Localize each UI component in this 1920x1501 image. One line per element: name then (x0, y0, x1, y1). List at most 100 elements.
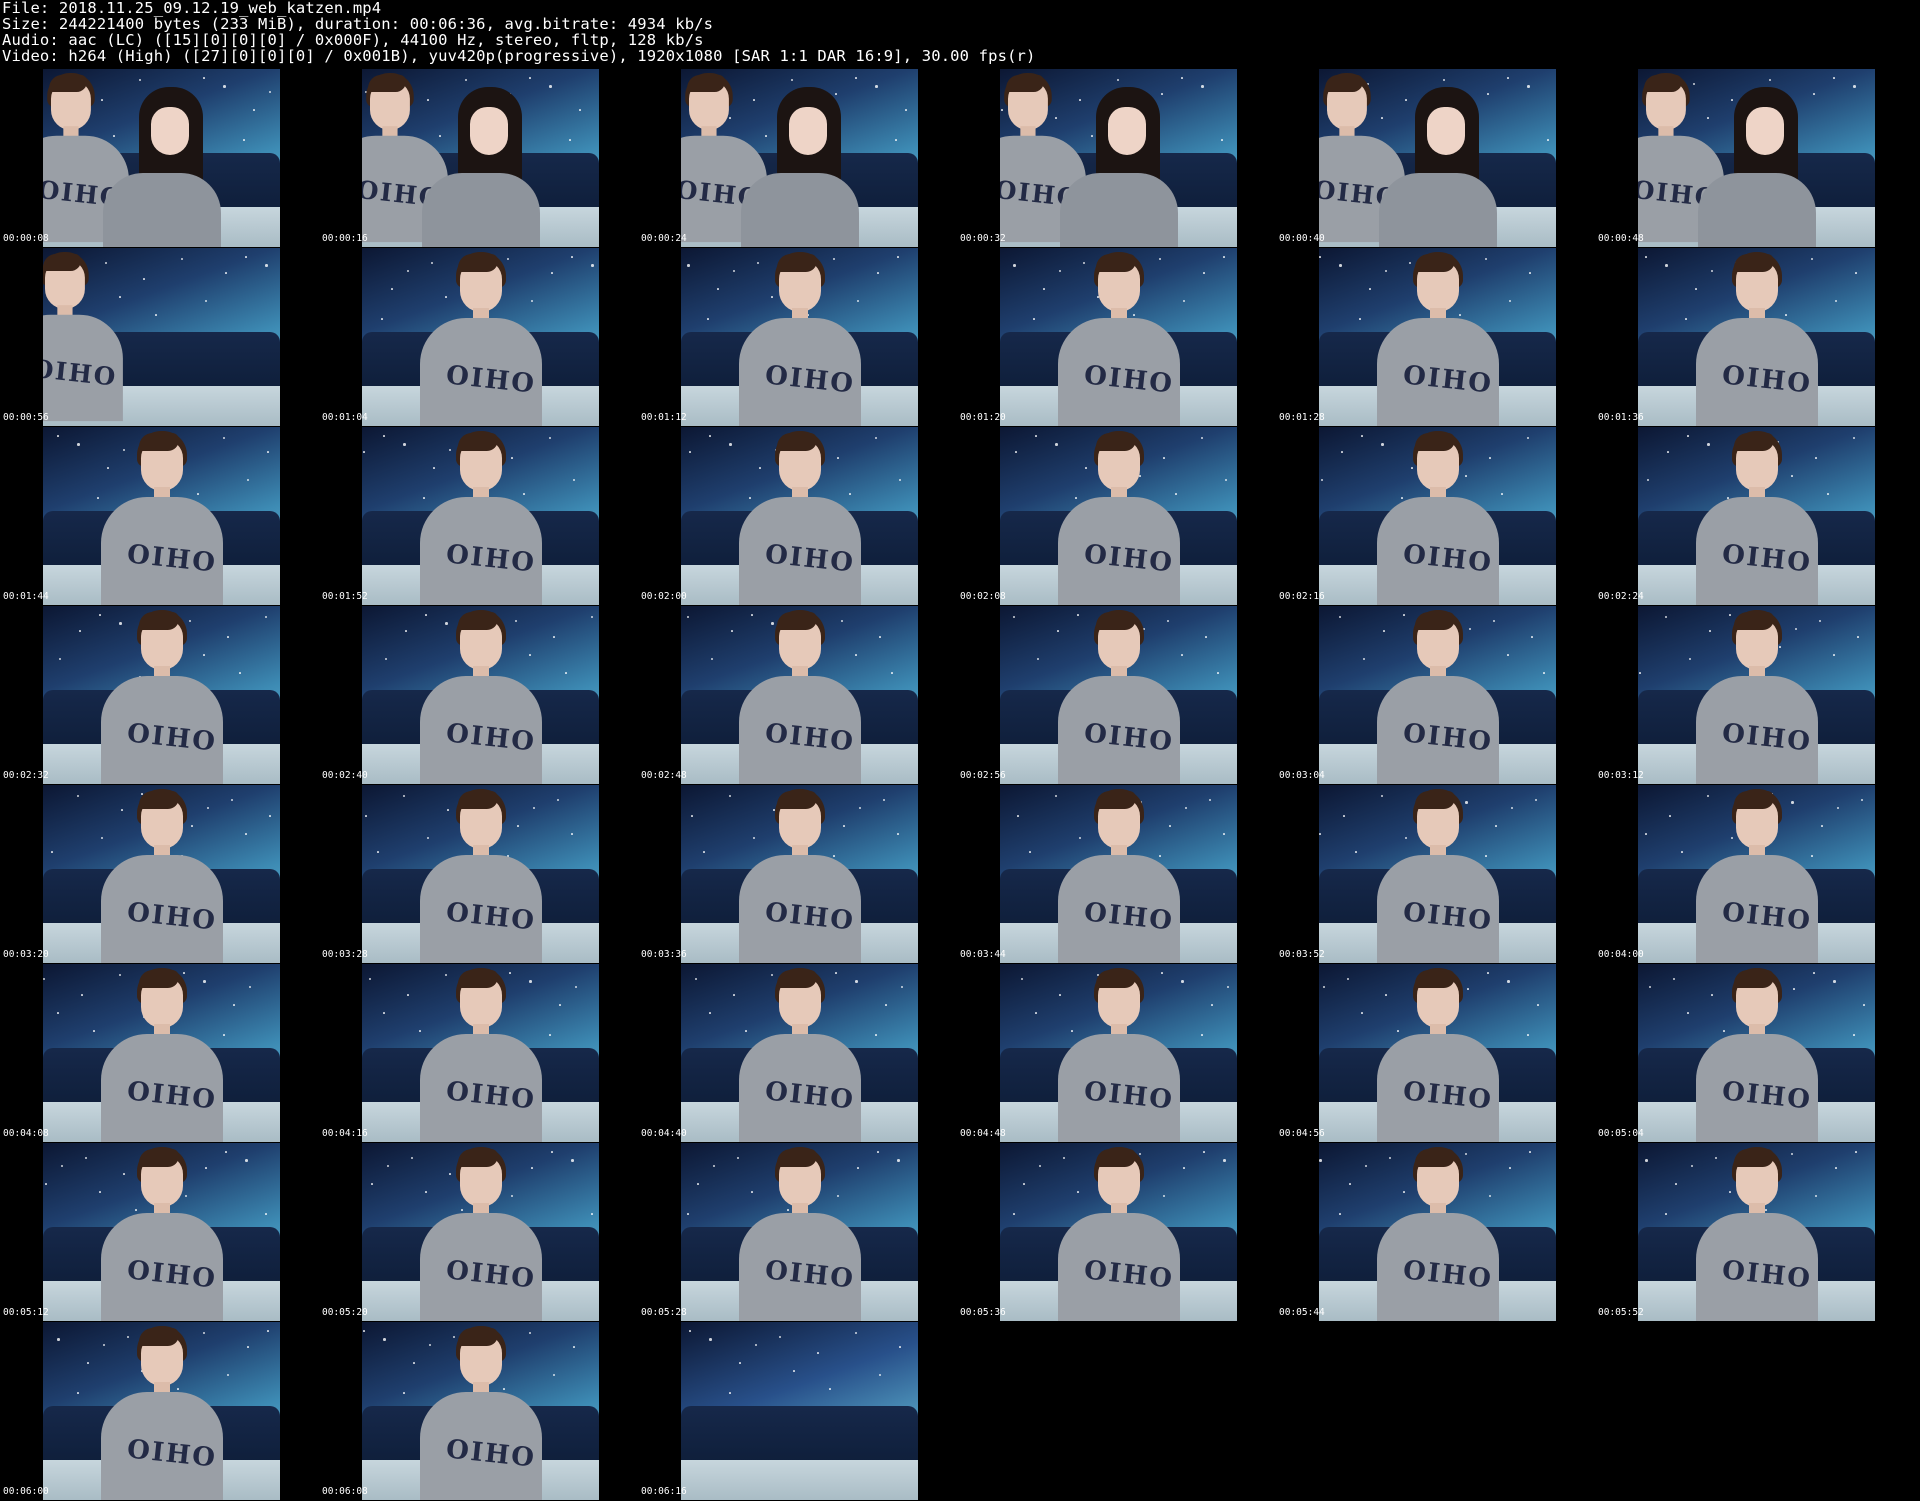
thumbnail-cell: OIHO 00:03:44 (957, 785, 1276, 964)
timestamp-label: 00:03:12 (1598, 770, 1644, 781)
timestamp-label: 00:02:48 (641, 770, 687, 781)
timestamp-label: 00:01:12 (641, 412, 687, 423)
timestamp-label: 00:03:20 (3, 949, 49, 960)
video-frame-thumbnail: OIHO (1638, 248, 1875, 426)
video-frame-thumbnail: OIHO (1319, 69, 1556, 247)
thumbnail-cell: OIHO 00:04:56 (1276, 964, 1595, 1143)
video-frame-thumbnail: OIHO (43, 1143, 280, 1321)
video-frame-thumbnail: OIHO (681, 69, 918, 247)
person-figure: OIHO (101, 789, 223, 963)
thumbnail-cell: OIHO 00:00:56 (0, 248, 319, 427)
timestamp-label: 00:02:00 (641, 591, 687, 602)
person-figure: OIHO (420, 431, 542, 605)
person-figure: OIHO (420, 968, 542, 1142)
thumbnail-cell: OIHO 00:01:20 (957, 248, 1276, 427)
person-figure: OIHO (420, 1147, 542, 1321)
person-figure: OIHO (739, 252, 861, 426)
video-frame-thumbnail: OIHO (362, 1322, 599, 1500)
video-frame-thumbnail: OIHO (43, 248, 280, 426)
thumbnail-cell: OIHO 00:05:44 (1276, 1143, 1595, 1322)
timestamp-label: 00:00:48 (1598, 233, 1644, 244)
video-frame-thumbnail: OIHO (681, 1143, 918, 1321)
timestamp-label: 00:00:16 (322, 233, 368, 244)
video-frame-thumbnail: OIHO (43, 427, 280, 605)
person-figure: OIHO (420, 789, 542, 963)
person-figure: OIHO (420, 1326, 542, 1500)
video-frame-thumbnail: OIHO (362, 785, 599, 963)
person-figure: OIHO (1377, 431, 1499, 605)
person-figure: OIHO (1696, 610, 1818, 784)
file-name-line: File: 2018.11.25_09.12.19_web_katzen.mp4 (2, 0, 382, 17)
timestamp-label: 00:02:56 (960, 770, 1006, 781)
video-frame-thumbnail: OIHO (362, 606, 599, 784)
thumbnail-cell: OIHO 00:05:04 (1595, 964, 1914, 1143)
video-info-line: Video: h264 (High) ([27][0][0][0] / 0x00… (2, 47, 1036, 65)
video-frame-thumbnail: OIHO (1638, 427, 1875, 605)
timestamp-label: 00:02:32 (3, 770, 49, 781)
thumbnail-cell: 00:06:16 (638, 1322, 957, 1501)
timestamp-label: 00:02:40 (322, 770, 368, 781)
person-figure: OIHO (1377, 1147, 1499, 1321)
thumbnail-cell: OIHO 00:04:08 (0, 964, 319, 1143)
person-figure: OIHO (739, 431, 861, 605)
thumbnail-cell: OIHO 00:01:04 (319, 248, 638, 427)
timestamp-label: 00:06:16 (641, 1486, 687, 1497)
video-info-header: File: 2018.11.25_09.12.19_web_katzen.mp4… (2, 0, 1902, 64)
person-figure: OIHO (1058, 610, 1180, 784)
timestamp-label: 00:02:08 (960, 591, 1006, 602)
thumbnail-cell: OIHO 00:00:24 (638, 69, 957, 248)
thumbnail-cell: OIHO 00:02:00 (638, 427, 957, 606)
video-frame-thumbnail: OIHO (43, 1322, 280, 1500)
video-frame-thumbnail: OIHO (681, 964, 918, 1142)
thumbnail-grid: OIHO 00:00:08 OIHO 00:00:16 OIHO 00:00:24 OIHO… (0, 69, 1920, 1501)
thumbnail-cell: OIHO 00:01:28 (1276, 248, 1595, 427)
video-frame-thumbnail: OIHO (1000, 427, 1237, 605)
timestamp-label: 00:04:16 (322, 1128, 368, 1139)
timestamp-label: 00:04:48 (960, 1128, 1006, 1139)
video-frame-thumbnail: OIHO (681, 606, 918, 784)
audio-info-line: Audio: aac (LC) ([15][0][0][0] / 0x000F)… (2, 31, 704, 49)
timestamp-label: 00:03:28 (322, 949, 368, 960)
thumbnail-cell: OIHO 00:04:40 (638, 964, 957, 1143)
timestamp-label: 00:04:00 (1598, 949, 1644, 960)
thumbnail-cell: OIHO 00:03:12 (1595, 606, 1914, 785)
thumbnail-cell: OIHO 00:01:12 (638, 248, 957, 427)
timestamp-label: 00:06:00 (3, 1486, 49, 1497)
thumbnail-cell: OIHO 00:04:16 (319, 964, 638, 1143)
thumbnail-cell: OIHO 00:03:04 (1276, 606, 1595, 785)
video-frame-thumbnail: OIHO (43, 69, 280, 247)
thumbnail-cell: OIHO 00:01:44 (0, 427, 319, 606)
video-frame-thumbnail: OIHO (1000, 785, 1237, 963)
person-figure: OIHO (1377, 252, 1499, 426)
video-frame-thumbnail: OIHO (1319, 606, 1556, 784)
video-frame-thumbnail: OIHO (681, 248, 918, 426)
timestamp-label: 00:06:08 (322, 1486, 368, 1497)
timestamp-label: 00:02:16 (1279, 591, 1325, 602)
thumbnail-cell: OIHO 00:06:08 (319, 1322, 638, 1501)
timestamp-label: 00:00:40 (1279, 233, 1325, 244)
thumbnail-cell: OIHO 00:02:16 (1276, 427, 1595, 606)
person-figure: OIHO (101, 610, 223, 784)
timestamp-label: 00:05:44 (1279, 1307, 1325, 1318)
person-figure: OIHO (420, 252, 542, 426)
video-frame-thumbnail: OIHO (1000, 1143, 1237, 1321)
timestamp-label: 00:05:20 (322, 1307, 368, 1318)
thumbnail-cell: OIHO 00:02:24 (1595, 427, 1914, 606)
timestamp-label: 00:00:32 (960, 233, 1006, 244)
timestamp-label: 00:01:28 (1279, 412, 1325, 423)
person-figure: OIHO (101, 1147, 223, 1321)
thumbnail-cell: OIHO 00:05:20 (319, 1143, 638, 1322)
timestamp-label: 00:03:36 (641, 949, 687, 960)
thumbnail-cell: OIHO 00:04:48 (957, 964, 1276, 1143)
video-frame-thumbnail: OIHO (43, 785, 280, 963)
video-frame-thumbnail: OIHO (1000, 248, 1237, 426)
video-frame-thumbnail: OIHO (1638, 964, 1875, 1142)
thumbnail-cell: OIHO 00:00:16 (319, 69, 638, 248)
thumbnail-cell: OIHO 00:02:48 (638, 606, 957, 785)
person-figure: OIHO (1696, 968, 1818, 1142)
timestamp-label: 00:04:08 (3, 1128, 49, 1139)
thumbnail-cell: OIHO 00:00:40 (1276, 69, 1595, 248)
person-figure: OIHO (1058, 789, 1180, 963)
thumbnail-cell: OIHO 00:05:52 (1595, 1143, 1914, 1322)
person-figure: OIHO (101, 968, 223, 1142)
